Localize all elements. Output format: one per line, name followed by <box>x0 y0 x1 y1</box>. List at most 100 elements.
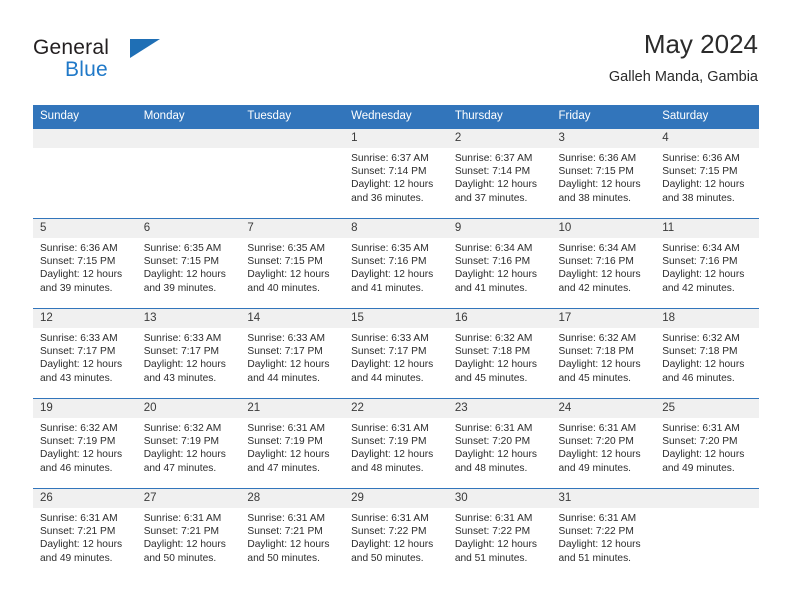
day-number: 10 <box>551 219 656 238</box>
calendar-day-cell[interactable]: 7 Sunrise: 6:35 AM Sunset: 7:15 PM Daylight… <box>240 218 345 309</box>
daylight-text-line2: and 51 minutes. <box>558 552 632 564</box>
calendar-day-cell[interactable]: 27 Sunrise: 6:31 AM Sunset: 7:21 PM Dayligh… <box>136 488 241 579</box>
general-blue-logo[interactable]: General Blue <box>33 36 163 88</box>
day-number <box>33 129 137 148</box>
sunrise-text: Sunrise: 6:37 AM <box>454 153 533 164</box>
day-cell-inner: 31 Sunrise: 6:31 AM Sunset: 7:22 PM Dayligh… <box>551 489 656 579</box>
weekday-header-saturday: Saturday <box>655 105 759 129</box>
daylight-text-line2: and 48 minutes. <box>351 462 424 474</box>
day-details: Sunrise: 6:34 AM Sunset: 7:16 PM Daylight:… <box>655 238 759 295</box>
calendar-day-cell[interactable]: 19 Sunrise: 6:32 AM Sunset: 7:19 PM Dayligh… <box>33 398 137 489</box>
calendar-day-cell[interactable]: 8 Sunrise: 6:35 AM Sunset: 7:16 PM Daylight… <box>344 218 448 309</box>
sunset-text: Sunset: 7:15 PM <box>558 166 634 178</box>
daylight-text-line1: Daylight: 12 hours <box>351 359 434 371</box>
sunset-text: Sunset: 7:17 PM <box>351 346 427 358</box>
calendar-day-cell[interactable]: 26 Sunrise: 6:31 AM Sunset: 7:21 PM Dayligh… <box>33 488 137 579</box>
calendar-day-cell[interactable]: 24 Sunrise: 6:31 AM Sunset: 7:20 PM Dayligh… <box>551 398 656 489</box>
daylight-text-line2: and 39 minutes. <box>143 282 217 294</box>
month-calendar: Sunday Monday Tuesday Wednesday Thursday… <box>33 105 759 579</box>
sunset-text: Sunset: 7:19 PM <box>351 436 427 448</box>
daylight-text-line2: and 46 minutes. <box>40 462 113 474</box>
daylight-text-line1: Daylight: 12 hours <box>40 449 123 461</box>
calendar-day-cell[interactable]: 3 Sunrise: 6:36 AM Sunset: 7:15 PM Daylight… <box>551 128 656 219</box>
day-details: Sunrise: 6:31 AM Sunset: 7:21 PM Daylight:… <box>137 508 241 565</box>
calendar-day-cell[interactable]: 17 Sunrise: 6:32 AM Sunset: 7:18 PM Dayligh… <box>551 308 656 399</box>
sunset-text: Sunset: 7:20 PM <box>558 436 634 448</box>
calendar-day-cell[interactable]: 14 Sunrise: 6:33 AM Sunset: 7:17 PM Dayligh… <box>240 308 345 399</box>
calendar-day-cell[interactable]: 30 Sunrise: 6:31 AM Sunset: 7:22 PM Dayligh… <box>447 488 552 579</box>
daylight-text-line2: and 42 minutes. <box>662 282 735 294</box>
sunrise-text: Sunrise: 6:36 AM <box>40 243 118 254</box>
day-cell-inner: 26 Sunrise: 6:31 AM Sunset: 7:21 PM Dayligh… <box>33 489 137 579</box>
sunrise-text: Sunrise: 6:31 AM <box>351 423 429 434</box>
day-cell-inner: 13 Sunrise: 6:33 AM Sunset: 7:17 PM Dayligh… <box>136 309 241 398</box>
daylight-text-line2: and 49 minutes. <box>662 462 735 474</box>
day-details: Sunrise: 6:32 AM Sunset: 7:19 PM Daylight:… <box>33 418 137 475</box>
calendar-day-cell[interactable]: 11 Sunrise: 6:34 AM Sunset: 7:16 PM Dayligh… <box>655 218 759 309</box>
sunset-text: Sunset: 7:14 PM <box>454 166 531 178</box>
calendar-day-cell[interactable]: 5 Sunrise: 6:36 AM Sunset: 7:15 PM Daylight… <box>33 218 137 309</box>
daylight-text-line1: Daylight: 12 hours <box>454 359 537 371</box>
calendar-day-cell[interactable]: 28 Sunrise: 6:31 AM Sunset: 7:21 PM Dayligh… <box>240 488 345 579</box>
calendar-day-cell[interactable]: 22 Sunrise: 6:31 AM Sunset: 7:19 PM Dayligh… <box>344 398 448 489</box>
sunrise-text: Sunrise: 6:32 AM <box>143 423 222 434</box>
daylight-text-line2: and 49 minutes. <box>558 462 632 474</box>
calendar-day-cell[interactable]: 16 Sunrise: 6:32 AM Sunset: 7:18 PM Dayligh… <box>447 308 552 399</box>
calendar-day-cell[interactable]: 1 Sunrise: 6:37 AM Sunset: 7:14 PM Daylight… <box>344 128 448 219</box>
calendar-day-cell[interactable]: 6 Sunrise: 6:35 AM Sunset: 7:15 PM Daylight… <box>136 218 241 309</box>
calendar-day-cell[interactable]: 13 Sunrise: 6:33 AM Sunset: 7:17 PM Dayligh… <box>136 308 241 399</box>
calendar-day-cell[interactable]: 23 Sunrise: 6:31 AM Sunset: 7:20 PM Dayligh… <box>447 398 552 489</box>
daylight-text-line2: and 45 minutes. <box>558 372 632 384</box>
sunset-text: Sunset: 7:14 PM <box>351 166 427 178</box>
calendar-day-cell[interactable]: 31 Sunrise: 6:31 AM Sunset: 7:22 PM Dayligh… <box>551 488 656 579</box>
sunrise-text: Sunrise: 6:34 AM <box>454 243 533 254</box>
calendar-day-cell[interactable]: 20 Sunrise: 6:32 AM Sunset: 7:19 PM Dayligh… <box>136 398 241 489</box>
calendar-day-cell[interactable]: 25 Sunrise: 6:31 AM Sunset: 7:20 PM Dayligh… <box>655 398 759 489</box>
day-number: 20 <box>136 399 241 418</box>
daylight-text-line2: and 38 minutes. <box>558 192 632 204</box>
calendar-day-cell[interactable]: 4 Sunrise: 6:36 AM Sunset: 7:15 PM Daylight… <box>655 128 759 219</box>
daylight-text-line2: and 44 minutes. <box>247 372 320 384</box>
daylight-text-line1: Daylight: 12 hours <box>662 179 745 191</box>
calendar-day-cell[interactable]: 2 Sunrise: 6:37 AM Sunset: 7:14 PM Daylight… <box>447 128 552 219</box>
day-number: 17 <box>551 309 656 328</box>
day-number: 26 <box>33 489 137 508</box>
day-cell-inner: 12 Sunrise: 6:33 AM Sunset: 7:17 PM Dayligh… <box>33 309 137 398</box>
daylight-text-line1: Daylight: 12 hours <box>351 179 434 191</box>
calendar-day-cell[interactable]: 12 Sunrise: 6:33 AM Sunset: 7:17 PM Dayligh… <box>33 308 137 399</box>
calendar-day-cell[interactable]: 9 Sunrise: 6:34 AM Sunset: 7:16 PM Daylight… <box>447 218 552 309</box>
daylight-text-line2: and 42 minutes. <box>558 282 632 294</box>
daylight-text-line1: Daylight: 12 hours <box>143 269 226 281</box>
day-cell-inner: 5 Sunrise: 6:36 AM Sunset: 7:15 PM Daylight… <box>33 219 137 308</box>
triangle-icon <box>130 39 160 58</box>
day-cell-inner: 4 Sunrise: 6:36 AM Sunset: 7:15 PM Daylight… <box>655 129 759 218</box>
day-details: Sunrise: 6:33 AM Sunset: 7:17 PM Daylight:… <box>344 328 448 385</box>
sunset-text: Sunset: 7:17 PM <box>247 346 323 358</box>
calendar-day-cell[interactable]: 10 Sunrise: 6:34 AM Sunset: 7:16 PM Dayligh… <box>551 218 656 309</box>
calendar-day-cell[interactable]: 18 Sunrise: 6:32 AM Sunset: 7:18 PM Dayligh… <box>655 308 759 399</box>
calendar-day-cell[interactable]: 29 Sunrise: 6:31 AM Sunset: 7:22 PM Dayligh… <box>344 488 448 579</box>
day-cell-inner: 22 Sunrise: 6:31 AM Sunset: 7:19 PM Dayligh… <box>344 399 448 488</box>
calendar-day-cell[interactable]: 15 Sunrise: 6:33 AM Sunset: 7:17 PM Dayligh… <box>344 308 448 399</box>
sunrise-text: Sunrise: 6:31 AM <box>662 423 740 434</box>
day-cell-inner: 16 Sunrise: 6:32 AM Sunset: 7:18 PM Dayligh… <box>447 309 552 398</box>
daylight-text-line1: Daylight: 12 hours <box>454 179 537 191</box>
sunset-text: Sunset: 7:15 PM <box>143 256 220 268</box>
sunrise-text: Sunrise: 6:34 AM <box>558 243 637 254</box>
sunrise-text: Sunrise: 6:37 AM <box>351 153 429 164</box>
day-number: 22 <box>344 399 448 418</box>
daylight-text-line1: Daylight: 12 hours <box>662 269 745 281</box>
daylight-text-line1: Daylight: 12 hours <box>558 179 641 191</box>
day-number <box>655 489 759 508</box>
day-number: 12 <box>33 309 137 328</box>
daylight-text-line1: Daylight: 12 hours <box>454 269 537 281</box>
daylight-text-line2: and 49 minutes. <box>40 552 113 564</box>
sunset-text: Sunset: 7:15 PM <box>40 256 116 268</box>
sunrise-text: Sunrise: 6:31 AM <box>247 423 325 434</box>
calendar-day-cell[interactable]: 21 Sunrise: 6:31 AM Sunset: 7:19 PM Dayligh… <box>240 398 345 489</box>
calendar-day-cell-empty <box>33 128 137 219</box>
day-cell-inner: 29 Sunrise: 6:31 AM Sunset: 7:22 PM Dayligh… <box>344 489 448 579</box>
daylight-text-line2: and 44 minutes. <box>351 372 424 384</box>
sunrise-text: Sunrise: 6:33 AM <box>351 333 429 344</box>
sunset-text: Sunset: 7:15 PM <box>662 166 738 178</box>
